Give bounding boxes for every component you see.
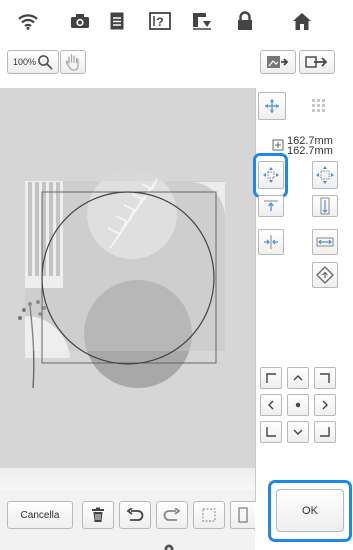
cancel-button[interactable]: Cancella <box>7 501 73 529</box>
grid-mode-button[interactable] <box>305 92 333 120</box>
zoom-label: 100% <box>12 57 37 67</box>
stretch-vertical-icon <box>320 197 330 215</box>
corner-down-left-icon <box>266 427 276 437</box>
page-icon <box>238 507 248 523</box>
align-top-icon <box>264 200 278 211</box>
chevron-down-icon <box>293 429 303 435</box>
more-button[interactable] <box>230 501 255 529</box>
stretch-horizontal-button[interactable] <box>312 229 338 255</box>
corner-up-left-icon <box>266 373 276 383</box>
center-dot-icon <box>295 402 301 408</box>
expand-button[interactable] <box>312 161 338 189</box>
center-position-button[interactable] <box>287 394 309 416</box>
move-up-left-button[interactable] <box>260 367 282 389</box>
next-button[interactable] <box>299 50 335 74</box>
size-icon <box>272 139 284 151</box>
lock-icon[interactable] <box>232 8 258 34</box>
trash-icon <box>92 507 104 522</box>
ok-button[interactable]: OK <box>276 489 344 532</box>
import-image-icon <box>267 56 289 68</box>
bottom-bar: Cancella <box>0 468 255 550</box>
stretch-vertical-button[interactable] <box>312 195 338 217</box>
ok-label: OK <box>302 504 318 517</box>
undo-button[interactable] <box>119 501 151 529</box>
corner-down-right-icon <box>320 427 330 437</box>
wifi-icon[interactable] <box>15 8 41 34</box>
hand-icon <box>65 54 79 71</box>
chevron-left-icon <box>268 400 274 410</box>
zoom-button[interactable]: 100% <box>7 50 59 74</box>
settings-icon[interactable] <box>163 540 175 550</box>
move-left-button[interactable] <box>260 394 282 416</box>
move-right-button[interactable] <box>314 394 336 416</box>
magnifier-icon <box>38 55 53 70</box>
move-down-button[interactable] <box>287 421 309 443</box>
import-button[interactable] <box>260 50 296 74</box>
center-button[interactable] <box>258 161 284 189</box>
help-icon[interactable]: ? <box>147 8 173 34</box>
align-horizontal-center-button[interactable] <box>258 229 284 255</box>
document-icon[interactable] <box>104 8 130 34</box>
move-icon <box>265 99 279 113</box>
move-up-right-button[interactable] <box>314 367 336 389</box>
chevron-up-icon <box>293 375 303 381</box>
select-area-button[interactable] <box>193 501 225 529</box>
camera-icon[interactable] <box>67 8 93 34</box>
svg-text:?: ? <box>156 15 163 29</box>
hand-pan-button[interactable] <box>60 50 86 74</box>
redo-button[interactable] <box>156 501 188 529</box>
export-arrow-icon <box>305 56 328 68</box>
selection-box-icon <box>202 508 216 522</box>
top-bar: ? <box>0 0 353 42</box>
embroidery-sewing-icon[interactable] <box>189 8 215 34</box>
expand-icon <box>316 166 334 184</box>
move-up-button[interactable] <box>287 367 309 389</box>
redo-icon <box>163 508 181 521</box>
corner-up-right-icon <box>320 373 330 383</box>
move-down-left-button[interactable] <box>260 421 282 443</box>
pattern-preview <box>18 169 225 389</box>
grid-icon <box>312 99 325 112</box>
chevron-right-icon <box>322 400 328 410</box>
center-align-icon <box>263 167 279 183</box>
move-mode-button[interactable] <box>258 92 286 120</box>
move-down-right-button[interactable] <box>314 421 336 443</box>
undo-icon <box>126 508 144 521</box>
edit-canvas[interactable] <box>0 88 255 468</box>
view-toolbar: 100% <box>0 44 353 80</box>
rotate-button[interactable] <box>312 262 338 288</box>
cancel-label: Cancella <box>20 509 60 521</box>
align-horizontal-icon <box>264 235 278 249</box>
align-top-button[interactable] <box>258 195 284 217</box>
height-readout: 162.7mm <box>287 145 333 157</box>
delete-button[interactable] <box>82 501 114 529</box>
rotate-diamond-icon <box>316 266 334 284</box>
stretch-horizontal-icon <box>316 237 334 247</box>
home-icon[interactable] <box>289 8 315 34</box>
bottom-bar-strip <box>0 468 255 490</box>
